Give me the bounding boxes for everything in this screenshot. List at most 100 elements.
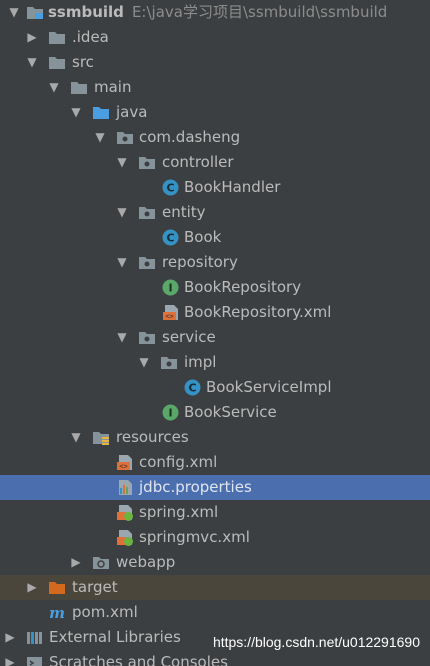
tree-row-entity[interactable]: ▼ entity: [0, 200, 430, 225]
file-label-book-repository-xml: BookRepository.xml: [184, 303, 332, 321]
file-label-config-xml: config.xml: [139, 453, 218, 471]
tree-row-impl[interactable]: ▼ impl: [0, 350, 430, 375]
tree-row-scratches[interactable]: ▶ Scratches and Consoles: [0, 650, 430, 666]
tree-row-target[interactable]: ▶ target: [0, 575, 430, 600]
package-icon: [138, 154, 156, 171]
tree-row-book-service-impl[interactable]: C BookServiceImpl: [0, 375, 430, 400]
tree-row-package[interactable]: ▼ com.dasheng: [0, 125, 430, 150]
tree-row-pom-xml[interactable]: m pom.xml: [0, 600, 430, 625]
class-icon: C: [184, 379, 202, 396]
interface-icon: I: [162, 404, 180, 421]
properties-file-icon: [116, 479, 134, 496]
tree-row-project[interactable]: ▼ ssmbuild E:\java学习项目\ssmbuild\ssmbuild: [0, 0, 430, 25]
chevron-down-icon[interactable]: ▼: [46, 75, 62, 100]
folder-label-java: java: [116, 103, 148, 121]
folder-label-resources: resources: [116, 428, 189, 446]
svg-text:I: I: [168, 407, 172, 420]
tree-row-spring-xml[interactable]: spring.xml: [0, 500, 430, 525]
tree-row-jdbc-properties[interactable]: jdbc.properties: [0, 475, 430, 500]
scratches-label: Scratches and Consoles: [49, 653, 228, 666]
svg-text:I: I: [168, 282, 172, 295]
folder-icon: [70, 79, 88, 96]
svg-text:C: C: [166, 232, 174, 245]
file-label-springmvc-xml: springmvc.xml: [139, 528, 250, 546]
chevron-down-icon[interactable]: ▼: [6, 0, 22, 25]
external-libraries-label: External Libraries: [49, 628, 181, 646]
chevron-down-icon[interactable]: ▼: [114, 250, 130, 275]
tree-row-webapp[interactable]: ▶ webapp: [0, 550, 430, 575]
tree-row-book-repository-xml[interactable]: <> BookRepository.xml: [0, 300, 430, 325]
package-icon: [160, 354, 178, 371]
tree-row-config-xml[interactable]: <> config.xml: [0, 450, 430, 475]
folder-label-target: target: [72, 578, 118, 596]
svg-text:C: C: [188, 382, 196, 395]
file-label-book: Book: [184, 228, 222, 246]
project-tree: ▼ ssmbuild E:\java学习项目\ssmbuild\ssmbuild …: [0, 0, 430, 666]
scratches-icon: [26, 654, 44, 666]
chevron-down-icon[interactable]: ▼: [114, 200, 130, 225]
folder-label-src: src: [72, 53, 94, 71]
folder-label-main: main: [94, 78, 132, 96]
tree-row-controller[interactable]: ▼ controller: [0, 150, 430, 175]
project-name-text: ssmbuild: [48, 3, 124, 21]
tree-row-book-service[interactable]: I BookService: [0, 400, 430, 425]
tree-row-repository[interactable]: ▼ repository: [0, 250, 430, 275]
tree-row-book[interactable]: C Book: [0, 225, 430, 250]
tree-row-src[interactable]: ▼ src: [0, 50, 430, 75]
package-label-repository: repository: [162, 253, 238, 271]
file-label-book-service-impl: BookServiceImpl: [206, 378, 332, 396]
package-label-controller: controller: [162, 153, 234, 171]
chevron-right-icon[interactable]: ▶: [2, 650, 18, 666]
chevron-right-icon[interactable]: ▶: [24, 575, 40, 600]
svg-text:<>: <>: [165, 313, 173, 321]
svg-text:m: m: [49, 604, 65, 621]
tree-row-java[interactable]: ▼ java: [0, 100, 430, 125]
spring-xml-icon: [116, 529, 134, 546]
tree-row-resources[interactable]: ▼ resources: [0, 425, 430, 450]
svg-text:C: C: [166, 182, 174, 195]
file-label-book-handler: BookHandler: [184, 178, 281, 196]
maven-icon: m: [48, 604, 66, 621]
package-icon: [138, 254, 156, 271]
package-label-entity: entity: [162, 203, 206, 221]
watermark-text: https://blog.csdn.net/u012291690: [212, 634, 420, 650]
package-icon: [116, 129, 134, 146]
folder-label-idea: .idea: [72, 28, 109, 46]
spring-xml-icon: [116, 504, 134, 521]
interface-icon: I: [162, 279, 180, 296]
chevron-down-icon[interactable]: ▼: [24, 50, 40, 75]
chevron-down-icon[interactable]: ▼: [68, 100, 84, 125]
tree-row-book-handler[interactable]: C BookHandler: [0, 175, 430, 200]
chevron-right-icon[interactable]: ▶: [2, 625, 18, 650]
tree-row-springmvc-xml[interactable]: springmvc.xml: [0, 525, 430, 550]
package-label: com.dasheng: [139, 128, 241, 146]
class-icon: C: [162, 179, 180, 196]
folder-icon: [48, 29, 66, 46]
file-label-book-repository: BookRepository: [184, 278, 302, 296]
chevron-down-icon[interactable]: ▼: [136, 350, 152, 375]
class-icon: C: [162, 229, 180, 246]
file-label-book-service: BookService: [184, 403, 277, 421]
tree-row-idea[interactable]: ▶ .idea: [0, 25, 430, 50]
chevron-down-icon[interactable]: ▼: [92, 125, 108, 150]
excluded-folder-icon: [48, 579, 66, 596]
folder-icon: [48, 54, 66, 71]
chevron-down-icon[interactable]: ▼: [114, 150, 130, 175]
package-icon: [138, 204, 156, 221]
chevron-down-icon[interactable]: ▼: [114, 325, 130, 350]
source-folder-icon: [92, 104, 110, 121]
tree-row-book-repository[interactable]: I BookRepository: [0, 275, 430, 300]
tree-row-main[interactable]: ▼ main: [0, 75, 430, 100]
file-label-jdbc-properties: jdbc.properties: [139, 478, 252, 496]
project-name: ssmbuild E:\java学习项目\ssmbuild\ssmbuild: [48, 0, 387, 25]
chevron-down-icon[interactable]: ▼: [68, 425, 84, 450]
chevron-right-icon[interactable]: ▶: [68, 550, 84, 575]
svg-text:<>: <>: [119, 463, 127, 471]
module-folder-icon: [26, 4, 44, 21]
tree-row-service[interactable]: ▼ service: [0, 325, 430, 350]
chevron-right-icon[interactable]: ▶: [24, 25, 40, 50]
package-label-impl: impl: [184, 353, 217, 371]
web-folder-icon: [92, 554, 110, 571]
resources-folder-icon: [92, 429, 110, 446]
folder-label-webapp: webapp: [116, 553, 176, 571]
